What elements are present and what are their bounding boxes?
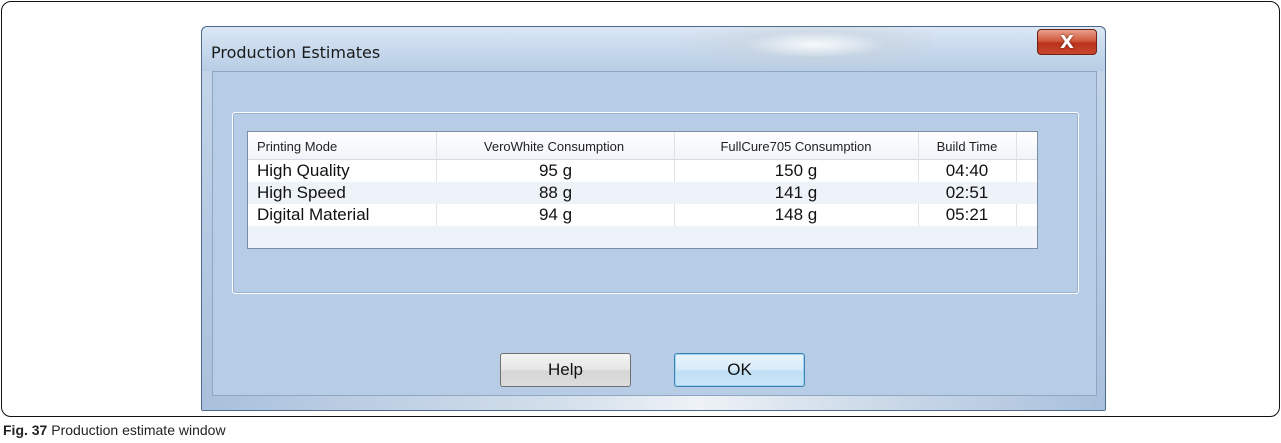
cell-mode: High Speed: [257, 183, 346, 202]
table-row[interactable]: High Speed 88 g 141 g 02:51: [248, 182, 1037, 204]
title-bar[interactable]: Production Estimates X: [202, 27, 1105, 71]
figure-frame: Production Estimates X Printing Mode Ver…: [1, 1, 1280, 417]
header-build-time[interactable]: Build Time: [918, 139, 1016, 154]
cell-build-time: 04:40: [945, 161, 989, 180]
figure-label: Fig. 37: [3, 422, 48, 438]
estimates-group-box: Printing Mode VeroWhite Consumption Full…: [232, 112, 1079, 294]
estimates-table: Printing Mode VeroWhite Consumption Full…: [247, 131, 1038, 249]
window-title: Production Estimates: [211, 43, 381, 62]
table-row[interactable]: Digital Material 94 g 148 g 05:21: [248, 204, 1037, 226]
close-button[interactable]: X: [1037, 29, 1097, 55]
cell-fullcure: 141 g: [774, 183, 818, 202]
cell-verowhite: 88 g: [538, 183, 573, 202]
figure-caption: Fig. 37 Production estimate window: [3, 422, 226, 438]
cell-mode: Digital Material: [257, 205, 370, 224]
production-estimates-dialog: Production Estimates X Printing Mode Ver…: [201, 26, 1106, 411]
cell-verowhite: 95 g: [538, 161, 573, 180]
window-bottom-border: [202, 396, 1105, 410]
header-printing-mode[interactable]: Printing Mode: [257, 139, 337, 154]
cell-mode: High Quality: [257, 161, 350, 180]
cell-build-time: 02:51: [945, 183, 989, 202]
cell-verowhite: 94 g: [538, 205, 573, 224]
figure-caption-text: Production estimate window: [51, 422, 226, 438]
table-row-empty[interactable]: [248, 226, 1037, 248]
table-row[interactable]: High Quality 95 g 150 g 04:40: [248, 160, 1037, 182]
title-bar-glare: [672, 27, 932, 71]
header-verowhite[interactable]: VeroWhite Consumption: [437, 139, 671, 154]
header-fullcure705[interactable]: FullCure705 Consumption: [674, 139, 918, 154]
dialog-client-area: Printing Mode VeroWhite Consumption Full…: [212, 71, 1097, 396]
cell-fullcure: 148 g: [774, 205, 818, 224]
close-icon: X: [1060, 31, 1074, 53]
cell-fullcure: 150 g: [774, 161, 818, 180]
ok-button[interactable]: OK: [674, 353, 805, 387]
cell-build-time: 05:21: [945, 205, 989, 224]
help-button[interactable]: Help: [500, 353, 631, 387]
